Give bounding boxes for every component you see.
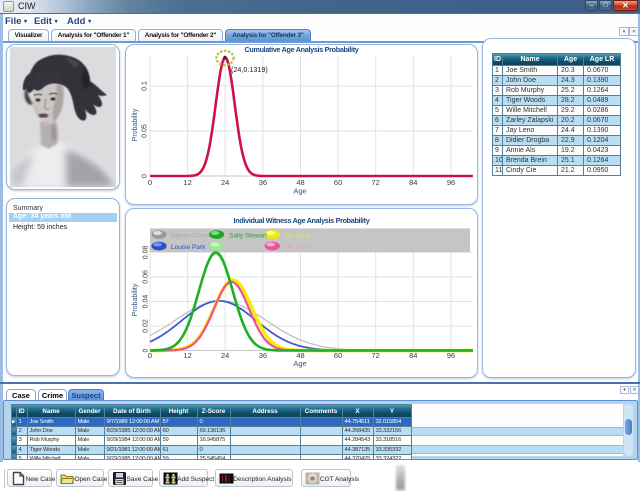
svg-text:0: 0 (148, 178, 152, 187)
svg-text:Steven Chan: Steven Chan (171, 233, 209, 240)
svg-text:Age: Age (293, 187, 306, 196)
svg-text:(24,0.1319): (24,0.1319) (231, 65, 268, 74)
svg-text:Age: Age (293, 359, 306, 368)
svg-text:72: 72 (372, 351, 380, 360)
svg-text:60: 60 (334, 351, 342, 360)
svg-text:0.02: 0.02 (143, 319, 150, 333)
svg-text:60: 60 (334, 178, 342, 187)
svg-text:Mr. Ivery: Mr. Ivery (285, 244, 311, 251)
svg-text:96: 96 (447, 351, 455, 360)
svg-text:0.08: 0.08 (143, 245, 150, 259)
svg-text:96: 96 (447, 178, 455, 187)
svg-text:84: 84 (409, 178, 417, 187)
svg-text:36: 36 (259, 178, 267, 187)
svg-text:12: 12 (183, 178, 191, 187)
svg-text:0.05: 0.05 (142, 124, 149, 138)
svg-text:Louise Park: Louise Park (171, 244, 206, 251)
svg-text:Sally Stewart: Sally Stewart (229, 233, 267, 240)
svg-text:Probability: Probability (132, 108, 139, 141)
svg-text:0: 0 (142, 174, 149, 178)
svg-text:0.04: 0.04 (143, 295, 150, 309)
svg-text:0: 0 (143, 348, 150, 352)
svg-text:36: 36 (259, 351, 267, 360)
svg-text:72: 72 (372, 178, 380, 187)
svg-text:0.1: 0.1 (142, 81, 149, 91)
svg-text:84: 84 (409, 351, 417, 360)
svg-text:12: 12 (183, 351, 191, 360)
svg-text:Mr. Ivery: Mr. Ivery (285, 233, 311, 240)
svg-text:24: 24 (221, 178, 229, 187)
svg-text:0.06: 0.06 (143, 270, 150, 284)
svg-text:24: 24 (221, 351, 229, 360)
svg-text:Probability: Probability (132, 283, 139, 316)
